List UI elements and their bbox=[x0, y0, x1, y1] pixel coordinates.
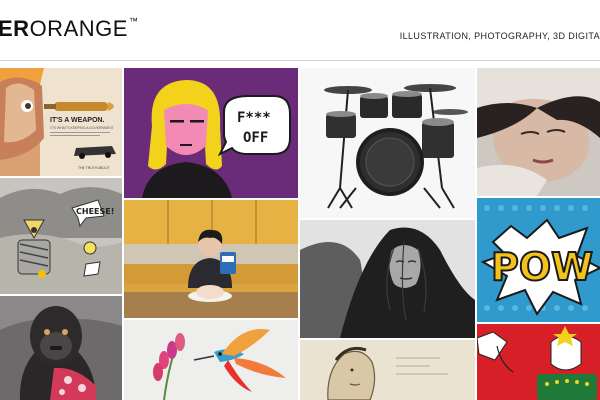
portfolio-tile-bullet-ad[interactable]: IT'S A WEAPON. IT'S WHAT'S KEEPING A GOV… bbox=[0, 68, 122, 176]
veiled-woman-photo bbox=[300, 220, 475, 338]
red-emblem-illustration bbox=[477, 324, 600, 400]
blonde-girl-illustration: F*** OFF bbox=[124, 68, 298, 198]
bullet-ad-illustration: IT'S A WEAPON. IT'S WHAT'S KEEPING A GOV… bbox=[0, 68, 122, 176]
site-header: ERORANGE™ ILLUSTRATION, PHOTOGRAPHY, 3D … bbox=[0, 0, 600, 61]
portfolio-tile-cheese-cartoon[interactable]: CHEESE! bbox=[0, 178, 122, 294]
logo-bold: ER bbox=[0, 16, 30, 41]
portfolio-tile-red-emblem[interactable] bbox=[477, 324, 600, 400]
drum-kit-illustration bbox=[300, 68, 475, 218]
site-logo[interactable]: ERORANGE™ bbox=[0, 16, 138, 42]
portfolio-tile-veiled-woman[interactable] bbox=[300, 220, 475, 338]
site-tagline: ILLUSTRATION, PHOTOGRAPHY, 3D DIGITAL/AN… bbox=[399, 31, 600, 41]
ad-caption: THE TRUTH ABOUT bbox=[78, 166, 110, 170]
ad-subline: IT'S WHAT'S KEEPING A GOVERNMENT bbox=[50, 126, 114, 130]
hummingbird-illustration bbox=[124, 320, 298, 400]
portfolio-tile-hummingbird[interactable] bbox=[124, 320, 298, 400]
cheese-cartoon-illustration: CHEESE! bbox=[0, 178, 122, 294]
pow-pop-art-illustration: POW bbox=[477, 198, 600, 322]
logo-trademark: ™ bbox=[128, 16, 139, 26]
ad-headline: IT'S A WEAPON. bbox=[50, 117, 104, 124]
pow-word: POW bbox=[491, 245, 593, 289]
portfolio-tile-sketch-portrait[interactable] bbox=[300, 340, 475, 400]
reclining-woman-photo bbox=[477, 68, 600, 196]
portfolio-tile-gorilla[interactable] bbox=[0, 296, 122, 400]
speech-bubble-line-1: F*** bbox=[237, 110, 271, 126]
logo-text: ORANGE bbox=[29, 16, 128, 41]
portfolio-tile-reclining-woman[interactable] bbox=[477, 68, 600, 196]
sketch-portrait-illustration bbox=[300, 340, 475, 400]
gorilla-illustration bbox=[0, 296, 122, 400]
portfolio-tile-blonde-girl[interactable]: F*** OFF bbox=[124, 68, 298, 198]
portfolio-tile-pow-pop-art[interactable]: POW bbox=[477, 198, 600, 322]
speech-bubble-line-2: OFF bbox=[243, 130, 268, 146]
cheese-speech: CHEESE! bbox=[76, 207, 114, 216]
portfolio-tile-kitchen-photo[interactable] bbox=[124, 200, 298, 318]
portfolio-tile-drum-kit[interactable] bbox=[300, 68, 475, 218]
kitchen-photo bbox=[124, 200, 298, 318]
